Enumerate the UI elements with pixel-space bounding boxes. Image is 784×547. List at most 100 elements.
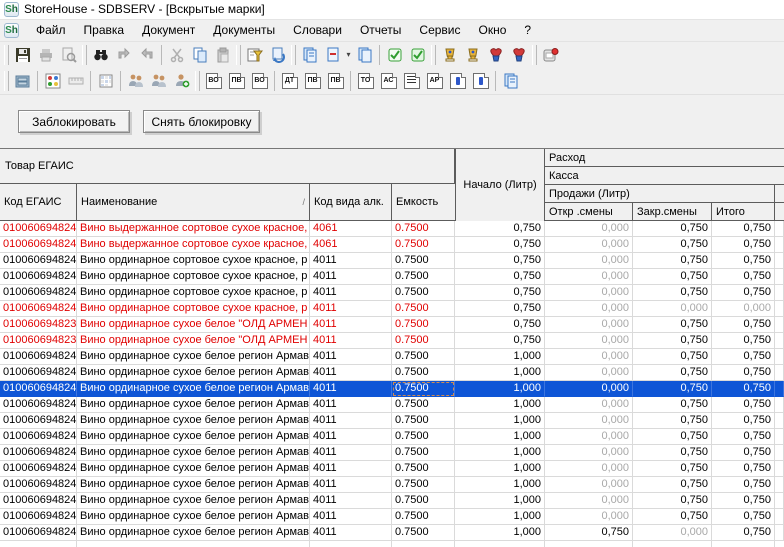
cell-egais-code[interactable]: 0100606948240: [0, 365, 77, 381]
cell-close-shift[interactable]: 0,750: [633, 269, 712, 285]
cell-egais-code[interactable]: 0100606948240: [0, 381, 77, 397]
cell-open-shift[interactable]: 0,000: [545, 445, 633, 461]
header-col-open-shift[interactable]: Откр .смены: [545, 203, 633, 220]
table-row[interactable]: 0100606948240 Вино ординарное сухое бело…: [0, 509, 784, 525]
table-row[interactable]: 0100606948240 Вино ординарное сортовое с…: [0, 301, 784, 317]
table-row[interactable]: 0100606948240 Вино ординарное сухое бело…: [0, 397, 784, 413]
cell-egais-code[interactable]: 0100606948240: [0, 461, 77, 477]
cell-open-shift[interactable]: 0,000: [545, 477, 633, 493]
copy-button[interactable]: [188, 44, 211, 66]
filter-button[interactable]: [243, 44, 266, 66]
paste-button[interactable]: [211, 44, 234, 66]
header-group-product[interactable]: Товар ЕГАИС: [0, 149, 455, 184]
cell-capacity[interactable]: 0.7500: [392, 509, 455, 525]
document-type-button[interactable]: АС: [377, 70, 400, 92]
cell-open-shift[interactable]: 0,000: [545, 397, 633, 413]
lock-button[interactable]: Заблокировать: [18, 110, 130, 133]
menu-item-файл[interactable]: Файл: [27, 21, 75, 39]
cell-start[interactable]: 1,000: [455, 461, 545, 477]
cell-open-shift[interactable]: 0,000: [545, 333, 633, 349]
user-add-button[interactable]: [170, 70, 193, 92]
cell-capacity[interactable]: 0.7500: [392, 301, 455, 317]
cell-egais-code[interactable]: 0100606948240: [0, 221, 77, 237]
document-type-button[interactable]: АР: [423, 70, 446, 92]
cell-alc-code[interactable]: 4061: [310, 237, 392, 253]
cell-egais-code[interactable]: 0100606948240: [0, 445, 77, 461]
cell-name[interactable]: Вино ординарное сортовое сухое красное, …: [77, 253, 310, 269]
grid-button[interactable]: [94, 70, 117, 92]
documents-copy-button[interactable]: [353, 44, 376, 66]
table-row[interactable]: 0100606948240 Вино ординарное сухое бело…: [0, 349, 784, 365]
cell-start[interactable]: 1,000: [455, 525, 545, 541]
cell-name[interactable]: Вино ординарное сухое белое регион Армав: [77, 461, 310, 477]
cell-start[interactable]: 0,750: [455, 301, 545, 317]
cell-capacity[interactable]: 0.7500: [392, 253, 455, 269]
cell-total[interactable]: 0,750: [712, 445, 775, 461]
table-row[interactable]: 0100606948230 Вино ординарное сухое бело…: [0, 333, 784, 349]
cell-alc-code[interactable]: 4011: [310, 333, 392, 349]
badge-color-button[interactable]: [484, 44, 507, 66]
cell-total[interactable]: 0,750: [712, 349, 775, 365]
cell-start[interactable]: 0,750: [455, 269, 545, 285]
header-col-name[interactable]: Наименование /: [77, 184, 310, 220]
cell-egais-code[interactable]: 0100606948240: [0, 509, 77, 525]
menu-item-правка[interactable]: Правка: [75, 21, 134, 39]
toolbar-grip[interactable]: [195, 71, 200, 91]
document-type-button[interactable]: [400, 70, 423, 92]
cell-alc-code[interactable]: 4011: [310, 397, 392, 413]
cell-capacity[interactable]: 0.7500: [392, 461, 455, 477]
toolbar-grip[interactable]: [82, 45, 87, 65]
cell-capacity[interactable]: 0.7500: [392, 237, 455, 253]
cell-start[interactable]: 1,000: [455, 413, 545, 429]
cell-egais-code[interactable]: 0100606948240: [0, 397, 77, 413]
cell-egais-code[interactable]: 0100606948240: [0, 413, 77, 429]
cell-open-shift[interactable]: 0,000: [545, 349, 633, 365]
cell-total[interactable]: 0,750: [712, 237, 775, 253]
cell-total[interactable]: 0,750: [712, 253, 775, 269]
cell-name[interactable]: Вино ординарное сухое белое регион Армав: [77, 413, 310, 429]
session-record-button[interactable]: [539, 44, 562, 66]
cell-start[interactable]: 0,750: [455, 237, 545, 253]
save-button[interactable]: [11, 44, 34, 66]
table-row[interactable]: 0100606948240 Вино ординарное сортовое с…: [0, 269, 784, 285]
table-row[interactable]: 0100606948240 Вино ординарное сухое бело…: [0, 525, 784, 541]
cell-alc-code[interactable]: 4011: [310, 365, 392, 381]
cell-close-shift[interactable]: 0,750: [633, 493, 712, 509]
header-col-capacity[interactable]: Емкость: [392, 184, 455, 220]
cell-egais-code[interactable]: 0100606948240: [0, 477, 77, 493]
cell-total[interactable]: 0,750: [712, 269, 775, 285]
mdi-child-icon[interactable]: Sh: [4, 23, 19, 38]
cell-egais-code[interactable]: 0100606948240: [0, 525, 77, 541]
cell-capacity[interactable]: 0.7500: [392, 477, 455, 493]
cell-close-shift[interactable]: 0,750: [633, 381, 712, 397]
cell-alc-code[interactable]: 4011: [310, 253, 392, 269]
cell-alc-code[interactable]: 4061: [310, 221, 392, 237]
header-col-egais-code[interactable]: Код ЕГАИС: [0, 184, 77, 220]
cell-start[interactable]: 1,000: [455, 349, 545, 365]
users-groups-button[interactable]: [147, 70, 170, 92]
menu-item-отчеты[interactable]: Отчеты: [351, 21, 410, 39]
cell-name[interactable]: Вино ординарное сухое белое регион Армав: [77, 397, 310, 413]
cell-close-shift[interactable]: 0,750: [633, 333, 712, 349]
cell-start[interactable]: 1,000: [455, 365, 545, 381]
print-button[interactable]: [34, 44, 57, 66]
document-type-button[interactable]: ПВ: [301, 70, 324, 92]
toolbar-grip[interactable]: [431, 45, 436, 65]
menu-item-документы[interactable]: Документы: [204, 21, 284, 39]
cell-alc-code[interactable]: 4011: [310, 317, 392, 333]
cell-capacity[interactable]: 0.7500: [392, 333, 455, 349]
cell-total[interactable]: 0,750: [712, 429, 775, 445]
cell-capacity[interactable]: 0.7500: [392, 349, 455, 365]
cell-alc-code[interactable]: 4011: [310, 381, 392, 397]
cell-close-shift[interactable]: 0,750: [633, 285, 712, 301]
cell-egais-code[interactable]: 0100606948240: [0, 269, 77, 285]
document-type-button[interactable]: ТО: [354, 70, 377, 92]
cell-start[interactable]: 0,750: [455, 333, 545, 349]
document-type-button[interactable]: ПВ: [225, 70, 248, 92]
table-row[interactable]: 0100606948240 Вино ординарное сухое бело…: [0, 493, 784, 509]
cell-total[interactable]: 0,750: [712, 477, 775, 493]
table-row[interactable]: 0100606948230 Вино ординарное сухое бело…: [0, 317, 784, 333]
trophy-gold-button[interactable]: [438, 44, 461, 66]
cell-name[interactable]: Вино ординарное сортовое сухое красное, …: [77, 269, 310, 285]
cell-capacity[interactable]: 0.7500: [392, 317, 455, 333]
